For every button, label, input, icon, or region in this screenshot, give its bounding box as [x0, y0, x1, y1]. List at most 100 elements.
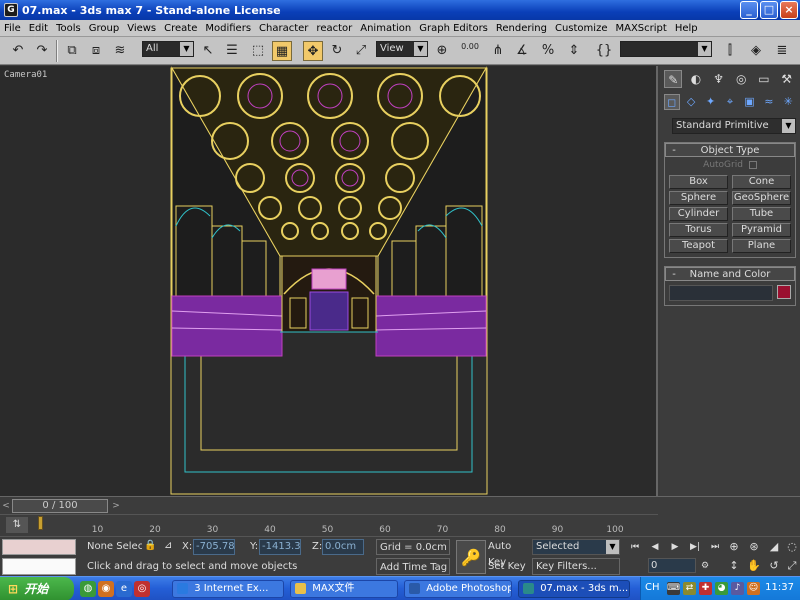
menu-edit[interactable]: Edit [25, 23, 52, 34]
auto-key-button[interactable]: Auto Key [488, 539, 530, 568]
maximize-viewport-icon[interactable]: ⤢ [784, 558, 800, 574]
track-bar[interactable]: ⇅ 10 20 30 40 50 60 70 80 90 100 [0, 514, 658, 536]
orbit-icon[interactable]: ◌ [784, 539, 800, 555]
shapes-icon[interactable]: ◇ [683, 94, 699, 110]
viewport-label[interactable]: Camera01 [4, 70, 47, 80]
display-tab-icon[interactable]: ▭ [755, 70, 773, 88]
time-config-icon[interactable]: ⚙ [698, 559, 712, 573]
roll-icon[interactable]: ↺ [766, 558, 782, 574]
geometry-icon[interactable]: ◻ [663, 94, 680, 110]
language-indicator[interactable]: CH [645, 582, 660, 593]
teapot-button[interactable]: Teapot [669, 239, 728, 253]
object-name-input[interactable] [669, 285, 773, 301]
lock-selection-icon[interactable]: 🔒 [144, 540, 156, 551]
object-color-swatch[interactable] [777, 285, 791, 299]
menu-character[interactable]: Character [255, 23, 312, 34]
quicklaunch-browser-icon[interactable]: ◉ [98, 581, 114, 597]
systems-icon[interactable]: ✳ [780, 94, 796, 110]
cylinder-button[interactable]: Cylinder [669, 207, 728, 221]
zoom-all-icon[interactable]: ⊛ [746, 539, 762, 555]
maxscript-listener-mini[interactable] [2, 539, 76, 555]
select-scale-icon[interactable]: ⤢ [351, 41, 371, 61]
menu-create[interactable]: Create [160, 23, 201, 34]
go-to-end-icon[interactable]: ⏭ [708, 540, 722, 554]
task-photoshop[interactable]: Adobe Photoshop [404, 580, 512, 598]
primitive-category-dropdown[interactable]: Standard Primitive ▼ [672, 118, 796, 134]
layer-manager-icon[interactable]: ≣ [772, 41, 792, 61]
geosphere-button[interactable]: GeoSphere [732, 191, 791, 205]
open-mini-curve-editor-icon[interactable]: ⇅ [6, 517, 28, 533]
dolly-icon[interactable]: ↕ [726, 558, 742, 574]
align-icon[interactable]: ◈ [746, 41, 766, 61]
absolute-mode-icon[interactable]: ⊿ [164, 540, 172, 551]
snap-value[interactable]: 0.00 [460, 41, 480, 61]
lights-icon[interactable]: ✦ [703, 94, 719, 110]
task-internet-explorer[interactable]: 3 Internet Ex... [172, 580, 284, 598]
menu-maxscript[interactable]: MAXScript [611, 23, 670, 34]
add-time-tag-button[interactable]: Add Time Tag [376, 558, 450, 575]
menu-reactor[interactable]: reactor [312, 23, 356, 34]
tube-button[interactable]: Tube [732, 207, 791, 221]
unlink-icon[interactable]: ⧈ [86, 41, 106, 61]
menu-customize[interactable]: Customize [551, 23, 612, 34]
quicklaunch-media-icon[interactable]: ◎ [134, 581, 150, 597]
box-button[interactable]: Box [669, 175, 728, 189]
time-next-icon[interactable]: > [110, 499, 122, 513]
menu-animation[interactable]: Animation [356, 23, 415, 34]
select-rotate-icon[interactable]: ↻ [327, 41, 347, 61]
task-max-folder[interactable]: MAX文件 [290, 580, 398, 598]
menu-views[interactable]: Views [123, 23, 160, 34]
angle-snap-icon[interactable]: ∡ [512, 41, 532, 61]
tray-keyboard-icon[interactable]: ⌨ [667, 582, 680, 595]
window-crossing-icon[interactable]: ▦ [272, 41, 292, 61]
maxscript-input[interactable] [2, 558, 76, 575]
undo-icon[interactable]: ↶ [8, 41, 28, 61]
quicklaunch-desktop-icon[interactable]: ◍ [80, 581, 96, 597]
autogrid-checkbox[interactable] [748, 160, 757, 169]
hierarchy-tab-icon[interactable]: ♆ [710, 70, 728, 88]
pan-icon[interactable]: ✋ [746, 558, 762, 574]
select-object-icon[interactable]: ↖ [198, 41, 218, 61]
utilities-tab-icon[interactable]: ⚒ [778, 70, 796, 88]
time-slider[interactable]: < 0 / 100 > [0, 496, 658, 514]
plane-button[interactable]: Plane [732, 239, 791, 253]
set-key-icon[interactable]: 🔑 [456, 540, 486, 574]
sphere-button[interactable]: Sphere [669, 191, 728, 205]
torus-button[interactable]: Torus [669, 223, 728, 237]
menu-rendering[interactable]: Rendering [492, 23, 551, 34]
motion-tab-icon[interactable]: ◎ [732, 70, 750, 88]
pivot-center-icon[interactable]: ⊕ [432, 41, 452, 61]
tray-volume-icon[interactable]: ♪ [731, 582, 744, 595]
minimize-button[interactable]: _ [740, 1, 758, 19]
maximize-button[interactable]: □ [760, 1, 778, 19]
name-color-header[interactable]: - Name and Color [665, 267, 795, 281]
x-coordinate-field[interactable]: -705.783 [193, 539, 235, 555]
time-slider-thumb[interactable]: 0 / 100 [12, 499, 108, 513]
close-button[interactable]: × [780, 1, 798, 19]
menu-help[interactable]: Help [671, 23, 702, 34]
camera-viewport[interactable]: Camera01 [0, 66, 658, 496]
menu-modifiers[interactable]: Modifiers [201, 23, 255, 34]
select-link-icon[interactable]: ⧉ [62, 41, 82, 61]
key-mode-dropdown[interactable]: Selected ▼ [532, 539, 620, 555]
reference-coord-dropdown[interactable]: View ▼ [376, 41, 428, 57]
helpers-icon[interactable]: ▣ [741, 94, 757, 110]
space-warps-icon[interactable]: ≈ [761, 94, 777, 110]
redo-icon[interactable]: ↷ [32, 41, 52, 61]
bind-space-warp-icon[interactable]: ≋ [110, 41, 130, 61]
object-type-header[interactable]: - Object Type [665, 143, 795, 157]
selection-filter-dropdown[interactable]: All ▼ [142, 41, 194, 57]
key-filters-button[interactable]: Key Filters... [532, 558, 620, 575]
tray-antivirus-icon[interactable]: ✚ [699, 582, 712, 595]
percent-snap-icon[interactable]: % [538, 41, 558, 61]
tray-update-icon[interactable]: ◕ [715, 582, 728, 595]
zoom-icon[interactable]: ⊕ [726, 539, 742, 555]
menu-group[interactable]: Group [85, 23, 123, 34]
current-frame-field[interactable]: 0 [648, 558, 696, 573]
play-icon[interactable]: ▶ [668, 540, 682, 554]
tray-network-icon[interactable]: ⇄ [683, 582, 696, 595]
quicklaunch-ie-icon[interactable]: e [116, 581, 132, 597]
spinner-snap-icon[interactable]: ⇕ [564, 41, 584, 61]
next-frame-icon[interactable]: ▶| [688, 540, 702, 554]
pyramid-button[interactable]: Pyramid [732, 223, 791, 237]
